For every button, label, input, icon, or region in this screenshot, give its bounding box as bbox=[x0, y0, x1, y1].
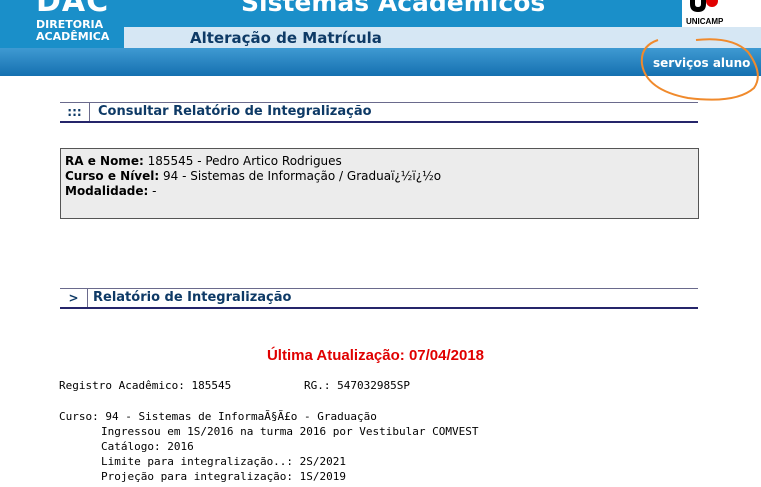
section-marker: ::: bbox=[60, 103, 90, 121]
unicamp-logo[interactable]: UNICAMP bbox=[682, 0, 761, 28]
unicamp-label: UNICAMP bbox=[686, 17, 724, 26]
report-section-title: Relatório de Integralização bbox=[93, 290, 292, 305]
dac-logo-line2: ACADÊMICA bbox=[36, 30, 110, 43]
ingresso-line: Ingressou em 1S/2016 na turma 2016 por V… bbox=[101, 425, 479, 438]
system-title: Sistemas Acadêmicos bbox=[241, 0, 546, 17]
consult-section-header: ::: Consultar Relatório de Integralizaçã… bbox=[60, 102, 698, 123]
nav-bar bbox=[0, 48, 761, 76]
dac-logo[interactable]: DAC bbox=[36, 0, 109, 17]
page-title: Alteração de Matrícula bbox=[190, 29, 382, 47]
report-section-header: > Relatório de Integralização bbox=[60, 288, 698, 309]
student-info-box: RA e Nome: 185545 - Pedro Artico Rodrigu… bbox=[60, 148, 699, 219]
ra-line: RA e Nome: 185545 - Pedro Artico Rodrigu… bbox=[65, 153, 342, 169]
curso-line: Curso: 94 - Sistemas de InformaÃ§Ã£o - G… bbox=[59, 410, 377, 423]
modality-label: Modalidade: bbox=[65, 184, 149, 198]
ra-label: RA e Nome: bbox=[65, 154, 144, 168]
section-marker: > bbox=[60, 289, 88, 307]
registro-academico: Registro Acadêmico: 185545 bbox=[59, 379, 232, 392]
catalogo-line: Catálogo: 2016 bbox=[101, 440, 194, 453]
course-label: Curso e Nível: bbox=[65, 169, 160, 183]
unicamp-logo-icon bbox=[690, 0, 718, 12]
projecao-line: Projeção para integralização: 1S/2019 bbox=[101, 470, 347, 483]
last-update-text: Última Atualização: 07/04/2018 bbox=[266, 347, 485, 364]
header: DAC DIRETORIA ACADÊMICA Sistemas Acadêmi… bbox=[0, 0, 761, 76]
course-value: 94 - Sistemas de Informação / Graduaï¿½ï… bbox=[163, 169, 442, 183]
modality-line: Modalidade: - bbox=[65, 183, 157, 199]
course-line: Curso e Nível: 94 - Sistemas de Informaç… bbox=[65, 168, 441, 184]
last-update: Última Atualização: 07/04/2018 bbox=[0, 345, 761, 364]
consult-section-title: Consultar Relatório de Integralização bbox=[98, 104, 372, 119]
rg-value: RG.: 547032985SP bbox=[304, 379, 410, 392]
limite-line: Limite para integralização..: 2S/2021 bbox=[101, 455, 347, 468]
modality-value: - bbox=[152, 184, 157, 198]
ra-value: 185545 - Pedro Artico Rodrigues bbox=[147, 154, 342, 168]
servicos-aluno-link[interactable]: serviços aluno bbox=[653, 56, 750, 70]
